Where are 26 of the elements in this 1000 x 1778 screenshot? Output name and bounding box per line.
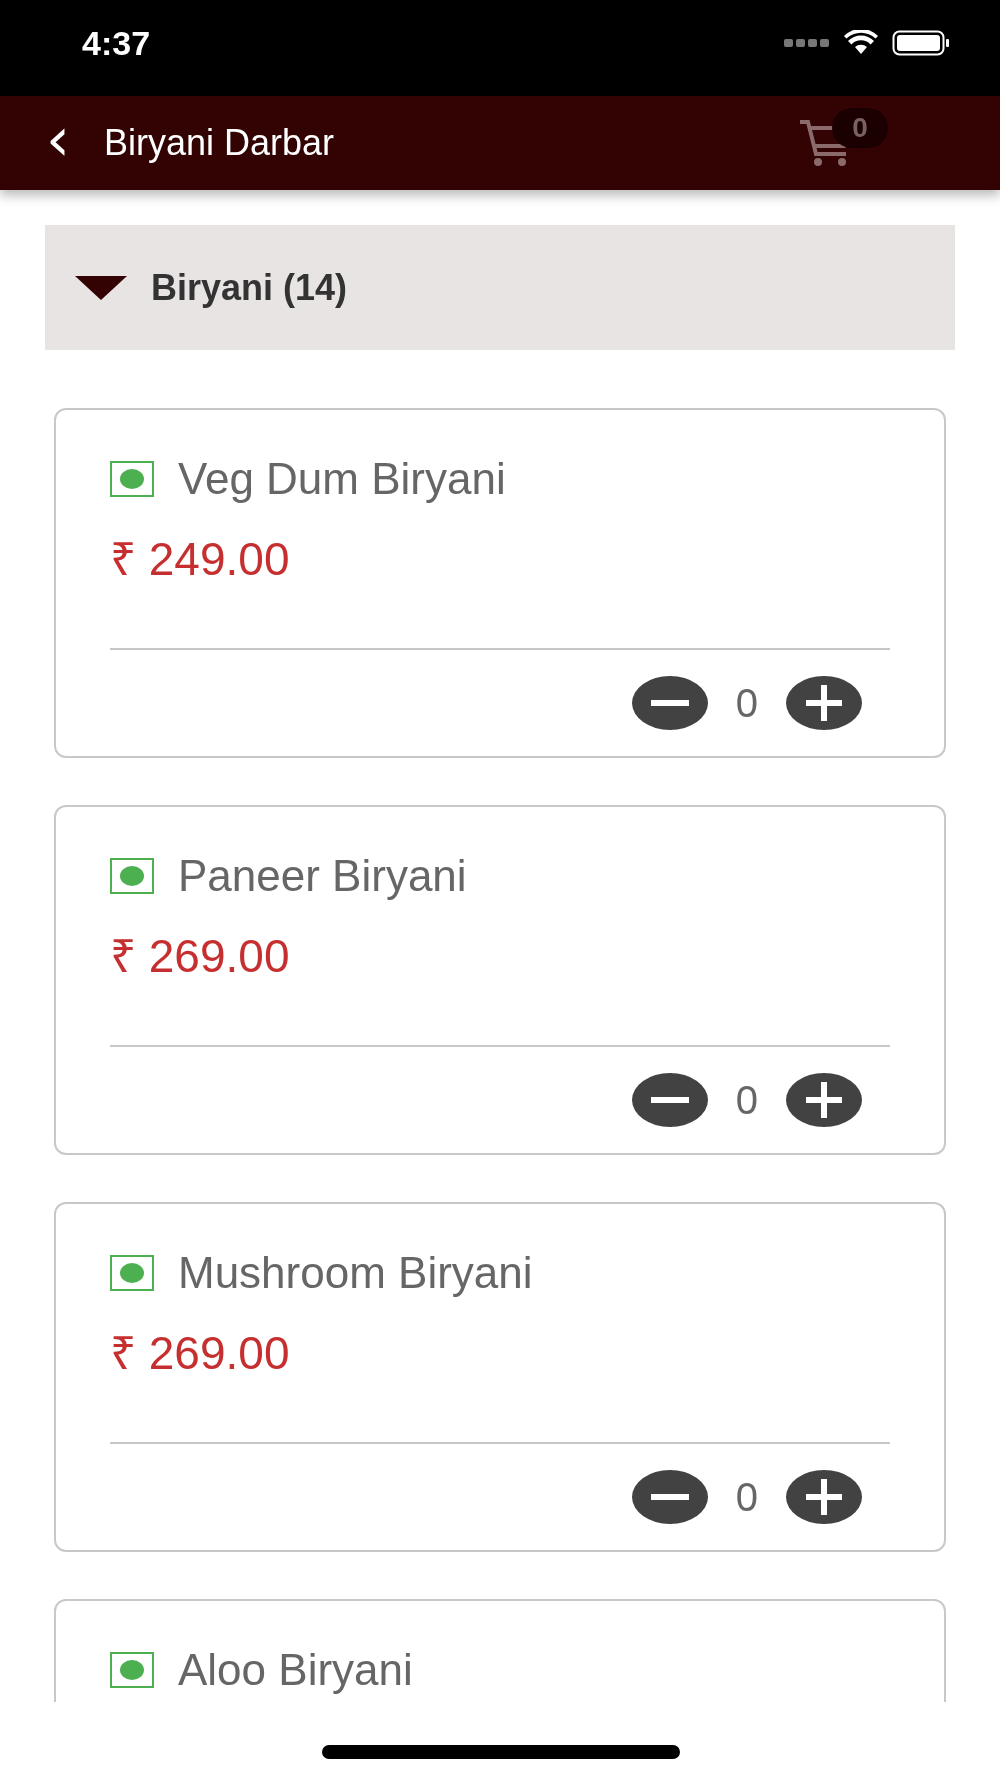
wifi-icon (844, 30, 878, 56)
cart-button[interactable]: 0 (798, 108, 888, 178)
item-name: Mushroom Biryani (178, 1248, 533, 1298)
item-name: Veg Dum Biryani (178, 454, 506, 504)
status-time: 4:37 (82, 23, 151, 63)
category-header[interactable]: Biryani (14) (45, 225, 955, 350)
plus-icon (806, 1479, 842, 1515)
item-price: ₹ 249.00 (110, 532, 291, 587)
quantity-value: 0 (735, 680, 758, 726)
quantity-value: 0 (735, 1474, 758, 1520)
plus-icon (806, 685, 842, 721)
minus-icon (650, 1494, 689, 1500)
back-button[interactable]: ‹ (40, 109, 76, 169)
item-price: ₹ 269.00 (110, 929, 291, 984)
item-name: Aloo Biryani (178, 1645, 413, 1695)
plus-icon (806, 1082, 842, 1118)
category-title: Biryani (14) (151, 266, 348, 309)
cart-count-badge: 0 (832, 108, 888, 148)
item-price: ₹ 269.00 (110, 1326, 291, 1381)
quantity-value: 0 (735, 1077, 758, 1123)
battery-icon (892, 30, 950, 56)
header-title: Biryani Darbar (104, 122, 336, 164)
minus-icon (650, 1097, 689, 1103)
signal-icon (784, 38, 830, 48)
minus-icon (650, 700, 689, 706)
item-name: Paneer Biryani (178, 851, 467, 901)
